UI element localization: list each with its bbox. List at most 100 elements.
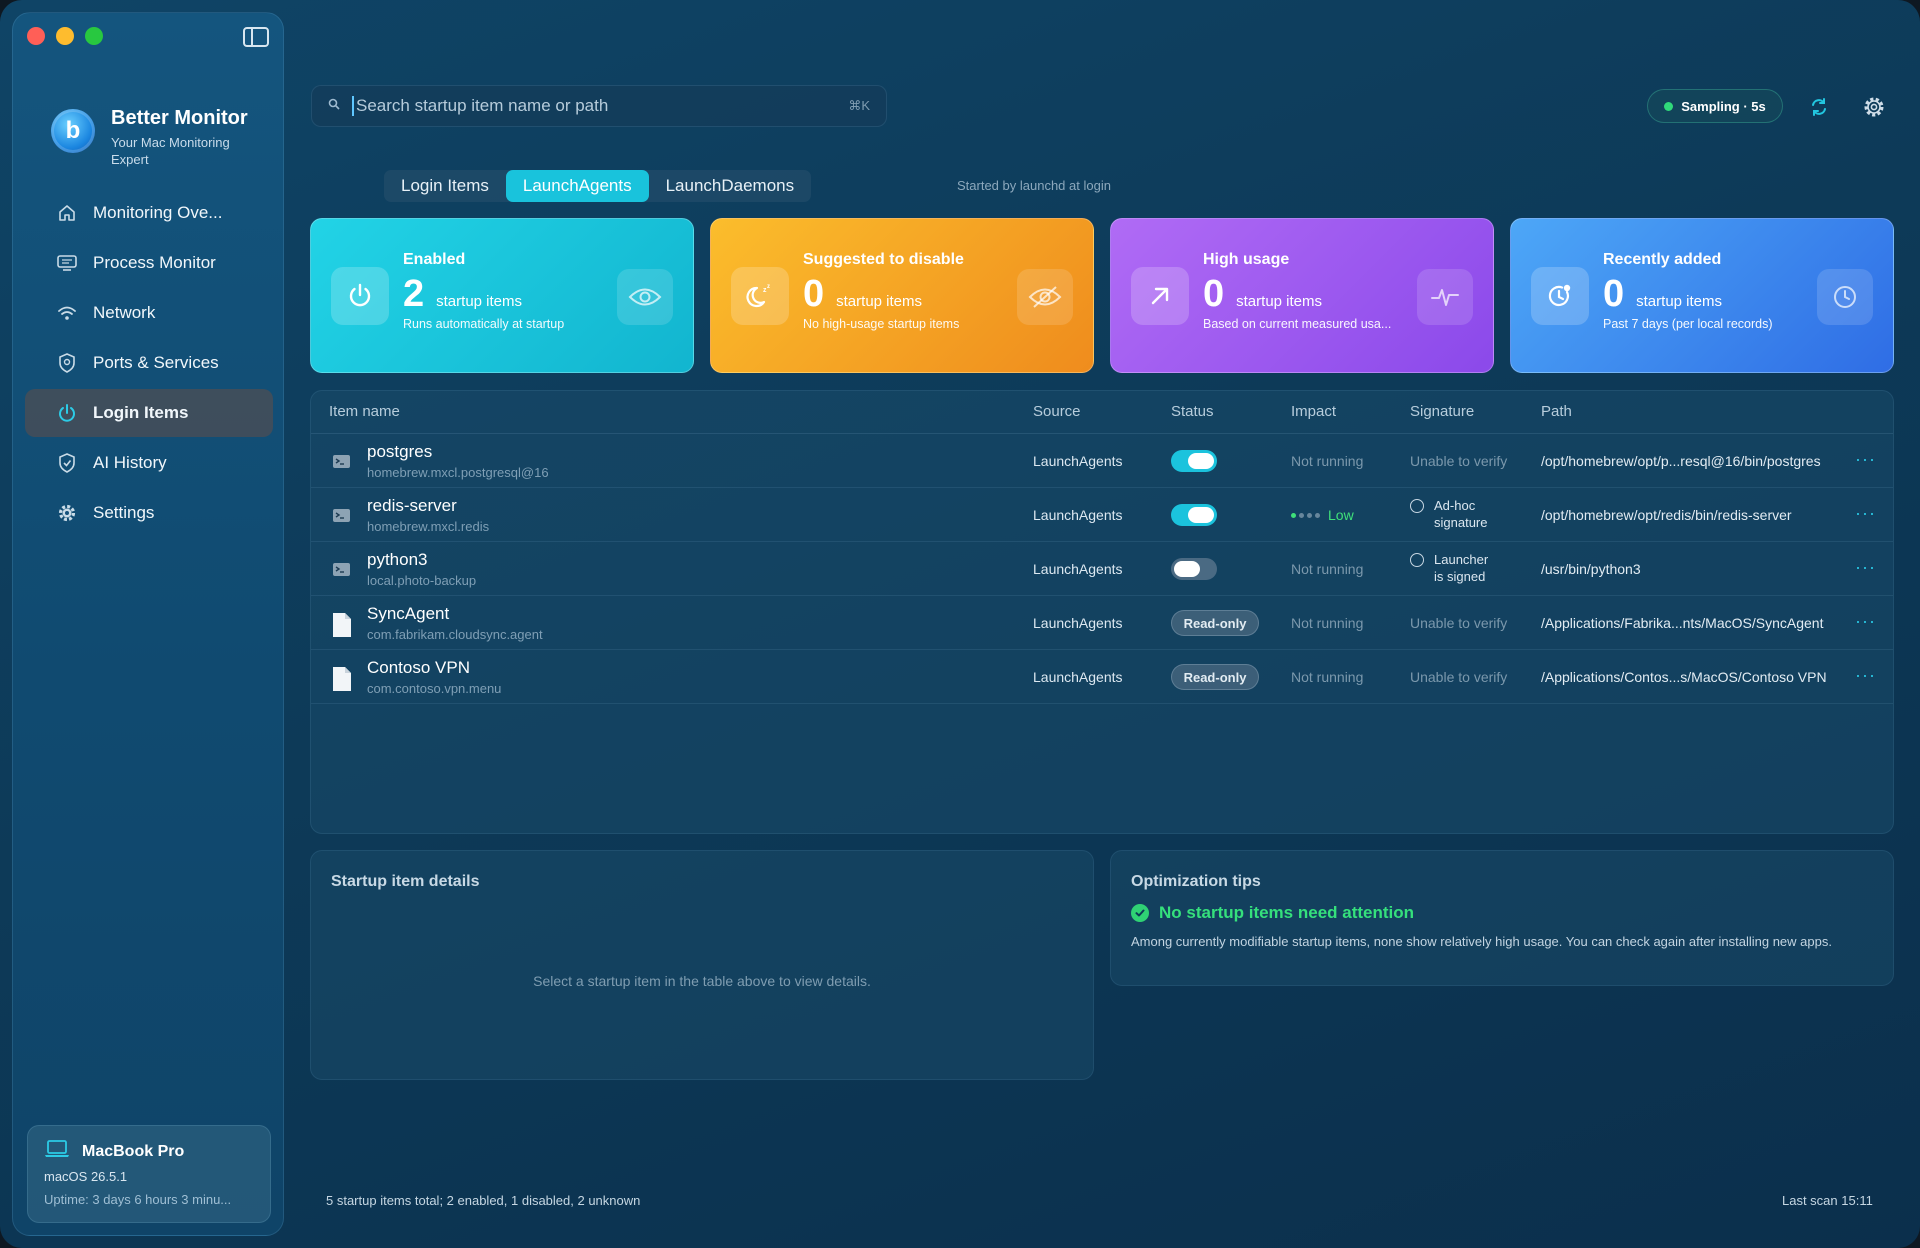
settings-gear-icon[interactable] <box>1862 95 1886 119</box>
enabled-card[interactable]: Enabled 2 startup items Runs automatical… <box>310 218 694 373</box>
pulse-icon <box>1417 269 1473 325</box>
table-row[interactable]: redis-server homebrew.mxcl.redis LaunchA… <box>311 488 1893 542</box>
table-row[interactable]: python3 local.photo-backup LaunchAgents … <box>311 542 1893 596</box>
signature-status-icon <box>1410 499 1424 513</box>
sidebar-item-settings[interactable]: Settings <box>25 489 273 537</box>
item-path: /opt/homebrew/opt/redis/bin/redis-server <box>1541 507 1792 523</box>
card-count: 0 <box>803 273 825 315</box>
signature-label: Launcher is signed <box>1434 552 1489 584</box>
item-impact: Not running <box>1291 453 1364 469</box>
column-header-status[interactable]: Status <box>1171 403 1214 420</box>
table-row[interactable]: postgres homebrew.mxcl.postgresql@16 Lau… <box>311 434 1893 488</box>
search-bar[interactable]: ⌘K <box>311 85 887 127</box>
column-header-impact[interactable]: Impact <box>1291 403 1336 420</box>
table-row[interactable]: Contoso VPN com.contoso.vpn.menu LaunchA… <box>311 650 1893 704</box>
card-unit: startup items <box>836 293 923 310</box>
sidebar-item-monitoring-overview[interactable]: Monitoring Ove... <box>25 189 273 237</box>
last-scan-time: Last scan 15:11 <box>1782 1193 1873 1208</box>
panel-title: Optimization tips <box>1131 873 1261 890</box>
eye-slash-icon <box>1017 269 1073 325</box>
shield-icon <box>57 353 77 373</box>
sidebar-item-network[interactable]: Network <box>25 289 273 337</box>
more-options-icon[interactable]: ··· <box>1855 666 1876 684</box>
sidebar: b Better Monitor Your Mac Monitoring Exp… <box>12 12 284 1236</box>
card-unit: startup items <box>1236 293 1323 310</box>
minimize-window-button[interactable] <box>56 27 74 45</box>
item-impact: Low <box>1291 507 1354 523</box>
shield-check-icon <box>57 453 77 473</box>
terminal-icon <box>331 504 353 528</box>
sampling-badge[interactable]: Sampling · 5s <box>1647 89 1783 123</box>
tab-hint: Started by launchd at login <box>957 178 1111 193</box>
sidebar-item-process-monitor[interactable]: Process Monitor <box>25 239 273 287</box>
tab-login-items[interactable]: Login Items <box>384 170 506 202</box>
power-icon <box>331 267 389 325</box>
sidebar-item-label: Network <box>93 303 156 322</box>
arrow-up-right-icon <box>1131 267 1189 325</box>
item-impact: Not running <box>1291 561 1364 577</box>
item-signature: Unable to verify <box>1410 615 1508 631</box>
item-identifier: homebrew.mxcl.postgresql@16 <box>367 465 549 480</box>
item-identifier: homebrew.mxcl.redis <box>367 519 490 534</box>
panel-title: Startup item details <box>331 873 480 890</box>
device-name: MacBook Pro <box>82 1142 185 1160</box>
column-header-source[interactable]: Source <box>1033 403 1081 420</box>
app-window: b Better Monitor Your Mac Monitoring Exp… <box>0 0 1920 1248</box>
sampling-label: Sampling · 5s <box>1681 98 1766 114</box>
column-header-path[interactable]: Path <box>1541 403 1572 420</box>
sidebar-item-login-items[interactable]: Login Items <box>25 389 273 437</box>
sidebar-toggle-icon[interactable] <box>241 25 271 49</box>
tip-headline-text: No startup items need attention <box>1159 903 1415 922</box>
status-toggle[interactable] <box>1171 504 1217 526</box>
more-options-icon[interactable]: ··· <box>1855 558 1876 576</box>
search-input[interactable] <box>352 96 837 116</box>
more-options-icon[interactable]: ··· <box>1855 612 1876 630</box>
item-source: LaunchAgents <box>1033 561 1123 577</box>
item-name: redis-server <box>367 496 457 515</box>
startup-item-details-panel: Startup item details Select a startup it… <box>310 850 1094 1080</box>
item-identifier: com.fabrikam.cloudsync.agent <box>367 627 543 642</box>
tab-launchagents[interactable]: LaunchAgents <box>505 170 649 202</box>
column-header-signature[interactable]: Signature <box>1410 403 1474 420</box>
item-signature: Ad-hoc signature <box>1410 497 1504 531</box>
clock-icon <box>1817 269 1873 325</box>
item-source: LaunchAgents <box>1033 615 1123 631</box>
more-options-icon[interactable]: ··· <box>1855 450 1876 468</box>
zoom-window-button[interactable] <box>85 27 103 45</box>
item-signature: Unable to verify <box>1410 453 1508 469</box>
table-row[interactable]: SyncAgent com.fabrikam.cloudsync.agent L… <box>311 596 1893 650</box>
close-window-button[interactable] <box>27 27 45 45</box>
high-usage-card[interactable]: High usage 0 startup items Based on curr… <box>1110 218 1494 373</box>
brand-title: Better Monitor <box>111 107 248 129</box>
status-toggle[interactable] <box>1171 558 1217 580</box>
eye-icon <box>617 269 673 325</box>
item-identifier: com.contoso.vpn.menu <box>367 681 502 696</box>
terminal-icon <box>331 558 353 582</box>
item-identifier: local.photo-backup <box>367 573 477 588</box>
status-toggle[interactable] <box>1171 450 1217 472</box>
column-header-item-name[interactable]: Item name <box>329 403 400 420</box>
recently-added-card[interactable]: Recently added 0 startup items Past 7 da… <box>1510 218 1894 373</box>
tab-launchdaemons[interactable]: LaunchDaemons <box>649 170 812 202</box>
suggested-disable-card[interactable]: zz Suggested to disable 0 startup items … <box>710 218 1094 373</box>
item-name: SyncAgent <box>367 604 450 623</box>
more-options-icon[interactable]: ··· <box>1855 504 1876 522</box>
sidebar-item-ai-history[interactable]: AI History <box>25 439 273 487</box>
search-shortcut: ⌘K <box>848 98 870 113</box>
card-title: Suggested to disable <box>803 251 964 268</box>
sidebar-item-label: Ports & Services <box>93 353 219 372</box>
refresh-icon[interactable] <box>1808 96 1830 118</box>
sidebar-item-label: AI History <box>93 453 167 472</box>
toggle-knob <box>1188 507 1214 523</box>
item-name: python3 <box>367 550 428 569</box>
device-card: MacBook Pro macOS 26.5.1 Uptime: 3 days … <box>27 1125 271 1223</box>
sidebar-nav: Monitoring Ove... Process Monitor Networ… <box>25 189 273 539</box>
item-name: postgres <box>367 442 433 461</box>
sidebar-item-ports-services[interactable]: Ports & Services <box>25 339 273 387</box>
item-path: /Applications/Fabrika...nts/MacOS/SyncAg… <box>1541 615 1824 631</box>
items-summary: 5 startup items total; 2 enabled, 1 disa… <box>326 1193 641 1208</box>
checkmark-icon <box>1131 904 1149 922</box>
item-path: /usr/bin/python3 <box>1541 561 1641 577</box>
document-icon <box>331 666 353 691</box>
item-path: /opt/homebrew/opt/p...resql@16/bin/postg… <box>1541 453 1821 469</box>
